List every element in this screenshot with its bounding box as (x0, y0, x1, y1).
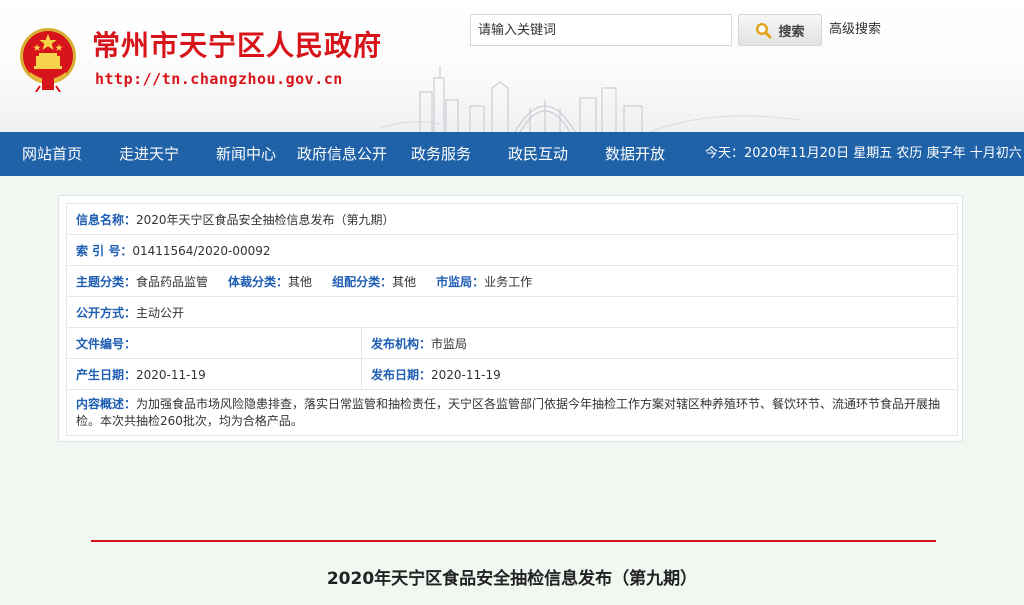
open-method-label: 公开方式： (76, 305, 137, 320)
summary-label: 内容概述： (76, 396, 137, 411)
table-row: 内容概述：为加强食品市场风险隐患排查，落实日常监管和抽检责任，天宁区各监管部门依… (65, 389, 959, 436)
topic-category-label: 主题分类： (76, 274, 137, 289)
summary-value: 为加强食品市场风险隐患排查，落实日常监管和抽检责任，天宁区各监管部门依据今年抽检… (76, 396, 941, 428)
table-row: 产生日期：2020-11-19 发布日期：2020-11-19 (66, 358, 959, 390)
nav-item-home[interactable]: 网站首页 (22, 132, 82, 176)
org-category-value: 其他 (392, 274, 417, 289)
published-date-label: 发布日期： (371, 367, 432, 382)
index-number-label: 索 引 号： (76, 243, 133, 258)
genre-category-label: 体裁分类： (228, 274, 289, 289)
site-title: 常州市天宁区人民政府 (92, 29, 383, 62)
national-emblem-icon (20, 28, 76, 92)
nav-item-about-tianning[interactable]: 走进天宁 (119, 132, 179, 176)
nav-item-gov-info-disclosure[interactable]: 政府信息公开 (297, 132, 387, 176)
bureau-category-label: 市监局： (436, 274, 485, 289)
table-row: 文件编号： 发布机构：市监局 (66, 327, 959, 359)
org-category-label: 组配分类： (332, 274, 393, 289)
table-row: 主题分类：食品药品监管 体裁分类：其他 组配分类：其他 市监局：业务工作 (65, 265, 959, 297)
article-divider (91, 540, 936, 542)
nav-item-public-interaction[interactable]: 政民互动 (508, 132, 568, 176)
article-title: 2020年天宁区食品安全抽检信息发布（第九期） (326, 569, 698, 589)
search-button[interactable]: 搜索 (738, 14, 822, 46)
index-number-value: 01411564/2020-00092 (132, 243, 271, 258)
search-icon (756, 22, 772, 38)
today-date: 今天：2020年11月20日 星期五 农历 庚子年 十月初六 (705, 146, 1022, 161)
bureau-category-value: 业务工作 (484, 274, 533, 289)
nav-item-news-center[interactable]: 新闻中心 (216, 132, 276, 176)
created-date-value: 2020-11-19 (136, 367, 206, 382)
table-row: 索 引 号：01411564/2020-00092 (65, 234, 959, 266)
info-name-value: 2020年天宁区食品安全抽检信息发布（第九期） (136, 212, 395, 227)
publisher-value: 市监局 (431, 336, 468, 351)
nav-item-gov-services[interactable]: 政务服务 (411, 132, 471, 176)
site-url: http://tn.changzhou.gov.cn (95, 70, 343, 88)
table-row: 公开方式：主动公开 (65, 296, 959, 328)
info-metadata-table: 信息名称：2020年天宁区食品安全抽检信息发布（第九期） 索 引 号：01411… (65, 203, 959, 436)
nav-item-open-data[interactable]: 数据开放 (605, 132, 665, 176)
info-name-label: 信息名称： (76, 212, 137, 227)
created-date-label: 产生日期： (76, 367, 137, 382)
search-button-label: 搜索 (778, 24, 805, 40)
table-row: 信息名称：2020年天宁区食品安全抽检信息发布（第九期） (65, 203, 959, 235)
topic-category-value: 食品药品监管 (136, 274, 209, 289)
info-metadata-panel: 信息名称：2020年天宁区食品安全抽检信息发布（第九期） 索 引 号：01411… (58, 195, 963, 442)
genre-category-value: 其他 (288, 274, 313, 289)
document-number-label: 文件编号： (76, 336, 137, 351)
advanced-search-link[interactable]: 高级搜索 (829, 21, 881, 39)
site-header: 常州市天宁区人民政府 http://tn.changzhou.gov.cn 请输… (0, 0, 1024, 132)
published-date-value: 2020-11-19 (431, 367, 501, 382)
city-skyline-graphic (380, 66, 800, 132)
search-input[interactable] (470, 14, 732, 46)
open-method-value: 主动公开 (136, 305, 185, 320)
main-nav: 网站首页 走进天宁 新闻中心 政府信息公开 政务服务 政民互动 数据开放 今天：… (0, 132, 1024, 176)
publisher-label: 发布机构： (371, 336, 432, 351)
